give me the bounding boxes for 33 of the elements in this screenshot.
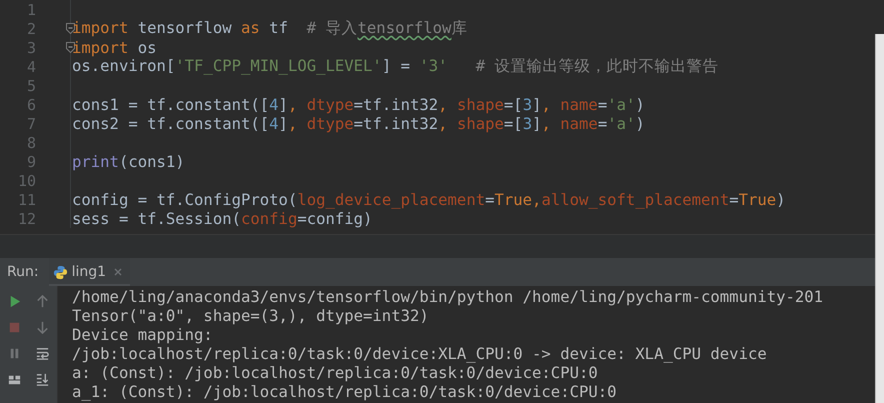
python-icon	[52, 264, 68, 280]
close-icon[interactable]	[114, 268, 122, 276]
console-line: Tensor("a:0", shape=(3,), dtype=int32)	[72, 307, 430, 326]
line-number: 8	[26, 134, 36, 152]
run-label: Run:	[6, 264, 40, 280]
code-line: import tensorflow as tf # 导入tensorflow库	[72, 18, 468, 39]
scroll-to-end-icon[interactable]	[34, 372, 50, 386]
line-number: 1	[26, 0, 36, 18]
line-number: 5	[26, 76, 36, 94]
line-number: 12	[16, 210, 36, 228]
code-line: config = tf.ConfigProto(log_device_placement=True,allow_soft_placement=True)	[72, 190, 786, 208]
soft-wrap-icon[interactable]	[34, 346, 50, 360]
line-number: 2	[26, 20, 36, 38]
console-line: a_1: (Const): /job:localhost/replica:0/task:0/device:CPU:0	[72, 383, 618, 402]
console-line: a: (Const): /job:localhost/replica:0/task:0/device:CPU:0	[72, 364, 599, 383]
line-number: 4	[26, 58, 36, 76]
code-line: sess = tf.Session(config=config)	[72, 210, 372, 228]
line-number: 10	[16, 172, 36, 190]
line-number: 7	[26, 114, 36, 132]
console-line: Device mapping:	[72, 326, 214, 345]
line-number: 3	[26, 38, 36, 56]
code-line: cons1 = tf.constant([4], dtype=tf.int32, shape=[3], name='a')	[72, 96, 645, 114]
line-number: 6	[26, 96, 36, 114]
line-number: 9	[26, 152, 36, 170]
code-line: os.environ['TF_CPP_MIN_LOG_LEVEL'] = '3' # 设置输出等级，此时不输出警告	[72, 56, 719, 77]
fold-icon[interactable]	[66, 42, 75, 53]
fold-icon[interactable]	[66, 23, 75, 34]
code-line: cons2 = tf.constant([4], dtype=tf.int32, shape=[3], name='a')	[72, 114, 645, 132]
line-number: 11	[16, 190, 36, 208]
code-line: import os	[72, 38, 157, 56]
code-line: print(cons1)	[72, 152, 185, 170]
console-line: /job:localhost/replica:0/task:0/device:XLA_CPU:0 -> device: XLA_CPU device	[72, 345, 768, 364]
console-line: /home/ling/anaconda3/envs/tensorflow/bin/python /home/ling/pycharm-community-201	[72, 288, 824, 307]
